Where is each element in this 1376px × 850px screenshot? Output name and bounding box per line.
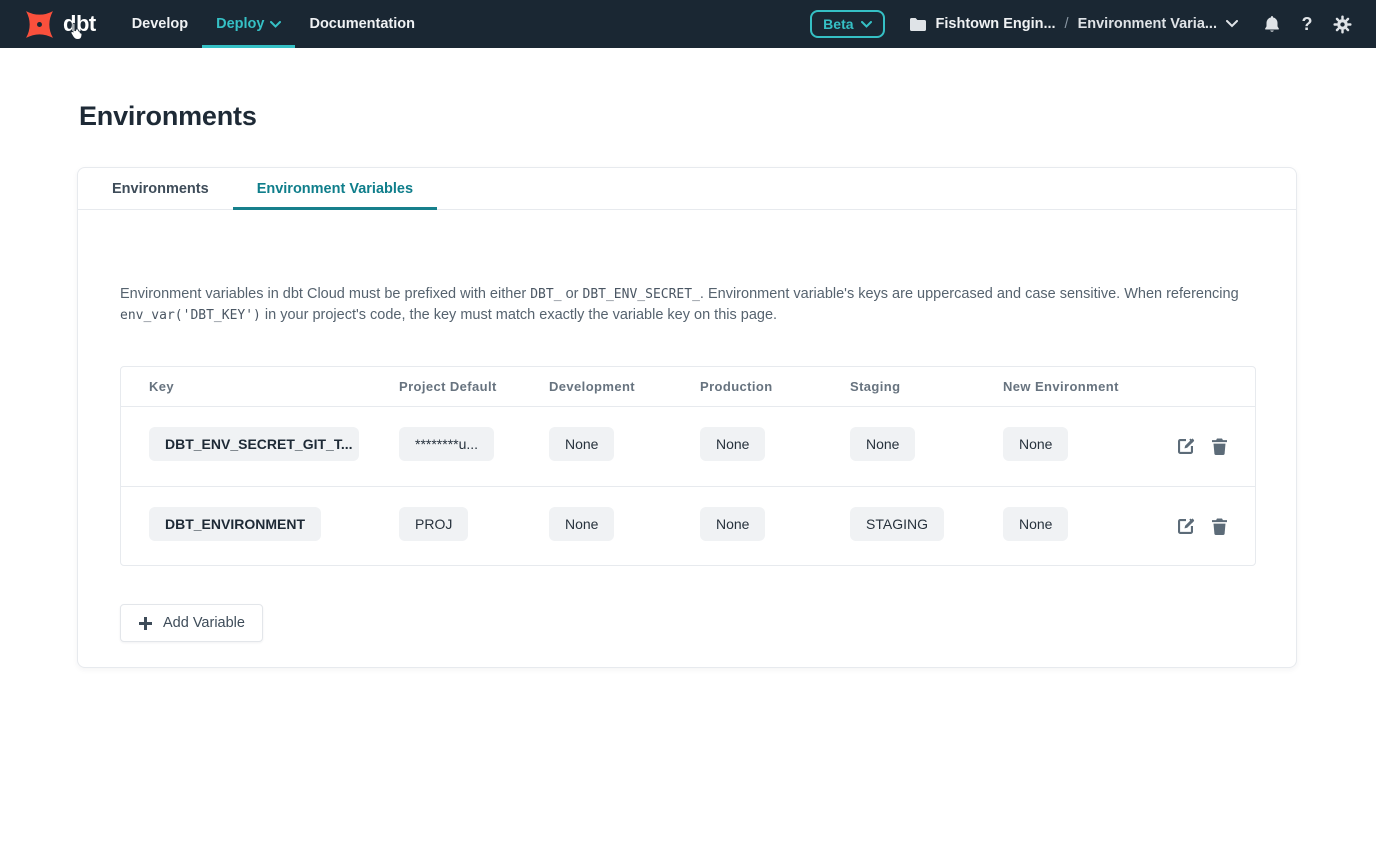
nav-item-deploy[interactable]: Deploy (202, 0, 295, 48)
description-text: . Environment variable's keys are upperc… (700, 286, 1239, 302)
variable-key-cell: DBT_ENV_SECRET_GIT_T... (149, 427, 359, 461)
nav-label: Documentation (309, 16, 415, 32)
new-environment-cell: None (1003, 427, 1068, 461)
gear-icon (1333, 15, 1352, 34)
chevron-down-icon (861, 21, 872, 28)
tabbar: Environments Environment Variables (78, 168, 1296, 210)
staging-cell: None (850, 427, 915, 461)
staging-cell: STAGING (850, 507, 944, 541)
navbar-icons: ? (1262, 14, 1352, 34)
code-dbt-env-secret-prefix: DBT_ENV_SECRET_ (583, 287, 700, 302)
nav-label: Deploy (216, 16, 264, 32)
add-variable-label: Add Variable (163, 615, 245, 631)
settings-button[interactable] (1332, 14, 1352, 34)
development-cell: None (549, 507, 614, 541)
production-cell: None (700, 427, 765, 461)
delete-variable-button[interactable] (1210, 516, 1229, 537)
page-title: Environments (79, 101, 1376, 132)
table-row: DBT_ENVIRONMENT PROJ None None STAGING N… (121, 486, 1255, 565)
tab-label: Environments (112, 181, 209, 197)
tab-environments[interactable]: Environments (88, 168, 233, 209)
column-header-key: Key (149, 379, 399, 394)
variable-key-cell: DBT_ENVIRONMENT (149, 507, 321, 541)
description-text: in your project's code, the key must mat… (261, 307, 777, 323)
breadcrumb-project[interactable]: Fishtown Engin... (909, 16, 1056, 32)
nav-label: Develop (132, 16, 188, 32)
question-mark-icon: ? (1302, 14, 1313, 35)
delete-variable-button[interactable] (1210, 436, 1229, 457)
column-header-production: Production (700, 379, 850, 394)
nav-item-develop[interactable]: Develop (118, 0, 202, 48)
notifications-button[interactable] (1262, 14, 1282, 34)
chevron-down-icon (1226, 20, 1238, 28)
tab-label: Environment Variables (257, 181, 413, 197)
table-header-row: Key Project Default Development Producti… (121, 367, 1255, 407)
chevron-down-icon (270, 21, 281, 28)
breadcrumb: Fishtown Engin... / Environment Varia... (909, 16, 1238, 32)
column-header-development: Development (549, 379, 700, 394)
column-header-staging: Staging (850, 379, 1003, 394)
plus-icon (138, 616, 153, 631)
breadcrumb-page-label: Environment Varia... (1078, 16, 1217, 32)
add-variable-button[interactable]: Add Variable (120, 604, 263, 642)
help-button[interactable]: ? (1297, 14, 1317, 34)
project-default-cell: ********u... (399, 427, 494, 461)
beta-dropdown[interactable]: Beta (810, 10, 884, 38)
new-environment-cell: None (1003, 507, 1068, 541)
column-header-new-environment: New Environment (1003, 379, 1156, 394)
tab-environment-variables[interactable]: Environment Variables (233, 168, 437, 209)
edit-variable-button[interactable] (1175, 436, 1196, 457)
production-cell: None (700, 507, 765, 541)
breadcrumb-separator: / (1065, 16, 1069, 32)
dbt-logo-icon (24, 9, 55, 40)
code-env-var-example: env_var('DBT_KEY') (120, 308, 261, 323)
breadcrumb-project-label: Fishtown Engin... (936, 16, 1056, 32)
environment-variables-table: Key Project Default Development Producti… (120, 366, 1256, 566)
table-row: DBT_ENV_SECRET_GIT_T... ********u... Non… (121, 407, 1255, 486)
env-var-description: Environment variables in dbt Cloud must … (120, 284, 1254, 326)
environments-card: Environments Environment Variables Envir… (77, 167, 1297, 668)
code-dbt-prefix: DBT_ (530, 287, 561, 302)
active-nav-underline (202, 45, 295, 48)
breadcrumb-page-selector[interactable]: Environment Varia... (1078, 16, 1238, 32)
dbt-wordmark: dbt (63, 11, 96, 37)
beta-label: Beta (823, 16, 853, 32)
development-cell: None (549, 427, 614, 461)
project-default-cell: PROJ (399, 507, 468, 541)
nav-item-documentation[interactable]: Documentation (295, 0, 429, 48)
edit-variable-button[interactable] (1175, 516, 1196, 537)
folder-icon (909, 17, 927, 32)
primary-nav: Develop Deploy Documentation (118, 0, 429, 48)
bell-icon (1263, 15, 1281, 34)
top-navbar: dbt Develop Deploy Documentation Beta (0, 0, 1376, 48)
dbt-logo[interactable]: dbt (24, 9, 96, 40)
description-text: or (562, 286, 583, 302)
description-text: Environment variables in dbt Cloud must … (120, 286, 530, 302)
column-header-project-default: Project Default (399, 379, 549, 394)
